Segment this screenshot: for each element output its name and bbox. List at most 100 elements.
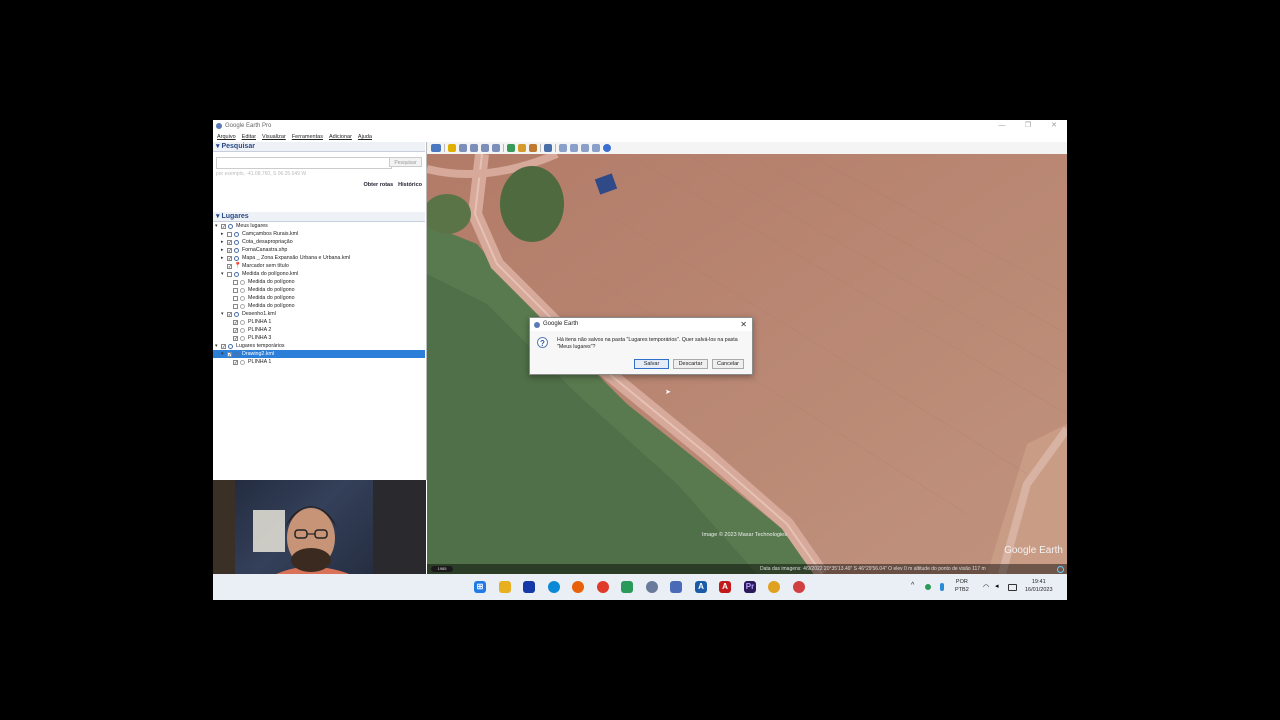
places-tree-item[interactable]: ✓ PLINHA 1 xyxy=(213,358,425,366)
directions-link[interactable]: Obter rotas xyxy=(364,182,394,188)
wifi-icon[interactable]: ◠ xyxy=(983,583,989,591)
places-tree-item[interactable]: ▾ ✓ Desenho1.kml xyxy=(213,310,425,318)
history-link[interactable]: Histórico xyxy=(398,182,422,188)
places-tree-item[interactable]: ▾ ✓ Meus lugares xyxy=(213,222,425,230)
expand-arrow-icon[interactable]: ▸ xyxy=(221,254,224,262)
tray-chevron-icon[interactable]: ^ xyxy=(911,582,914,590)
sidebar-toggle-icon[interactable] xyxy=(431,144,441,152)
places-tree-item[interactable]: Medida do polígono xyxy=(213,278,425,286)
earth-icon[interactable] xyxy=(603,144,611,152)
places-tree-item[interactable]: ✓ PLINHA 3 xyxy=(213,334,425,342)
dialog-close-button[interactable]: ✕ xyxy=(740,318,747,331)
visibility-checkbox[interactable]: ✓ xyxy=(221,343,226,349)
historical-imagery-icon[interactable] xyxy=(507,144,515,152)
search-button[interactable]: Pesquisar xyxy=(389,157,422,167)
places-tree-item[interactable]: ▸ ✓ Cota_desapropriação xyxy=(213,238,425,246)
visibility-checkbox[interactable]: ✓ xyxy=(233,335,238,341)
taskbar-app-icon[interactable] xyxy=(523,581,535,593)
google-earth-taskbar-icon[interactable] xyxy=(646,581,658,593)
expand-arrow-icon[interactable]: ▸ xyxy=(221,246,224,254)
menu-ferramentas[interactable]: Ferramentas xyxy=(292,132,323,142)
expand-arrow-icon[interactable]: ▸ xyxy=(221,238,224,246)
clock[interactable]: 19:41 16/01/2023 xyxy=(1025,578,1053,594)
volume-icon[interactable]: ◂ xyxy=(995,582,999,590)
places-tree-item[interactable]: ▾ ✓ Lugares temporários xyxy=(213,342,425,350)
visibility-checkbox[interactable]: ✓ xyxy=(227,239,232,245)
switch-planet-icon[interactable] xyxy=(529,144,537,152)
visibility-checkbox[interactable]: ✓ xyxy=(221,223,226,229)
firefox-icon[interactable] xyxy=(572,581,584,593)
discard-button[interactable]: Descartar xyxy=(673,359,708,369)
visibility-checkbox[interactable]: ✓ xyxy=(233,327,238,333)
email-icon[interactable] xyxy=(559,144,567,152)
visibility-checkbox[interactable] xyxy=(227,231,232,237)
add-overlay-icon[interactable] xyxy=(481,144,489,152)
collapse-arrow-icon[interactable]: ▾ xyxy=(221,310,224,318)
close-button[interactable]: ✕ xyxy=(1041,120,1067,132)
add-polygon-icon[interactable] xyxy=(459,144,467,152)
microphone-tray-icon[interactable] xyxy=(940,583,944,591)
acrobat-icon[interactable]: A xyxy=(719,581,731,593)
visibility-checkbox[interactable]: ✓ xyxy=(227,351,232,357)
collapse-arrow-icon[interactable]: ▾ xyxy=(221,270,224,278)
chrome-icon[interactable] xyxy=(597,581,609,593)
menu-adicionar[interactable]: Adicionar xyxy=(329,132,352,142)
record-tour-icon[interactable] xyxy=(492,144,500,152)
cancel-button[interactable]: Cancelar xyxy=(712,359,744,369)
windows-start-icon[interactable]: ⊞ xyxy=(474,581,486,593)
menu-visualizar[interactable]: Visualizar xyxy=(262,132,286,142)
visibility-checkbox[interactable]: ✓ xyxy=(227,247,232,253)
maximize-button[interactable]: ❐ xyxy=(1015,120,1041,132)
expand-arrow-icon[interactable]: ▸ xyxy=(221,230,224,238)
save-image-icon[interactable] xyxy=(581,144,589,152)
search-input[interactable] xyxy=(216,157,392,169)
minimize-button[interactable]: — xyxy=(989,120,1015,132)
save-button[interactable]: Salvar xyxy=(634,359,669,369)
file-explorer-icon[interactable] xyxy=(499,581,511,593)
view-maps-icon[interactable] xyxy=(592,144,600,152)
premiere-icon[interactable]: Pr xyxy=(744,581,756,593)
edge-icon[interactable] xyxy=(548,581,560,593)
visibility-checkbox[interactable] xyxy=(233,303,238,309)
menu-ajuda[interactable]: Ajuda xyxy=(358,132,372,142)
security-tray-icon[interactable] xyxy=(925,584,931,590)
visibility-checkbox[interactable] xyxy=(233,279,238,285)
battery-icon[interactable] xyxy=(1008,584,1017,591)
visibility-checkbox[interactable]: ✓ xyxy=(227,255,232,261)
language-indicator[interactable]: POR PTB2 xyxy=(955,578,969,594)
sunlight-icon[interactable] xyxy=(518,144,526,152)
places-tree-item[interactable]: ▸ Camçambos Rurais.kml xyxy=(213,230,425,238)
add-path-icon[interactable] xyxy=(470,144,478,152)
places-tree-item[interactable]: Medida do polígono xyxy=(213,286,425,294)
add-placemark-icon[interactable] xyxy=(448,144,456,152)
visibility-checkbox[interactable] xyxy=(233,295,238,301)
places-tree-item[interactable]: Medida do polígono xyxy=(213,294,425,302)
places-tree-item[interactable]: Medida do polígono xyxy=(213,302,425,310)
visibility-checkbox[interactable] xyxy=(227,271,232,277)
visibility-checkbox[interactable]: ✓ xyxy=(227,311,232,317)
places-tree-item[interactable]: ▾ ✓ Drawing2.kml xyxy=(213,350,425,358)
visibility-checkbox[interactable]: ✓ xyxy=(227,263,232,269)
places-panel-header[interactable]: ▾ Lugares xyxy=(213,212,425,222)
ruler-icon[interactable] xyxy=(544,144,552,152)
collapse-arrow-icon[interactable]: ▾ xyxy=(215,222,218,230)
places-tree-item[interactable]: ✓ 📍 Marcador sem título xyxy=(213,262,425,270)
autocad-icon[interactable]: A xyxy=(695,581,707,593)
print-icon[interactable] xyxy=(570,144,578,152)
places-tree-item[interactable]: ▸ ✓ FornaCanastra.shp xyxy=(213,246,425,254)
visibility-checkbox[interactable]: ✓ xyxy=(233,319,238,325)
places-tree-item[interactable]: ▸ ✓ Mapa _ Zona Expansão Urbana e Urbana.k… xyxy=(213,254,425,262)
collapse-arrow-icon[interactable]: ▾ xyxy=(221,350,224,358)
search-panel-header[interactable]: ▾ Pesquisar xyxy=(213,142,425,152)
taskbar-red-app-icon[interactable] xyxy=(793,581,805,593)
collapse-arrow-icon[interactable]: ▾ xyxy=(215,342,218,350)
menu-arquivo[interactable]: Arquivo xyxy=(217,132,236,142)
taskbar-document-icon[interactable] xyxy=(670,581,682,593)
places-tree-item[interactable]: ✓ PLINHA 1 xyxy=(213,318,425,326)
places-tree-item[interactable]: ▾ Medida do polígono.kml xyxy=(213,270,425,278)
visibility-checkbox[interactable] xyxy=(233,287,238,293)
taskbar-green-app-icon[interactable] xyxy=(621,581,633,593)
places-tree-item[interactable]: ✓ PLINHA 2 xyxy=(213,326,425,334)
visibility-checkbox[interactable]: ✓ xyxy=(233,359,238,365)
menu-editar[interactable]: Editar xyxy=(242,132,256,142)
